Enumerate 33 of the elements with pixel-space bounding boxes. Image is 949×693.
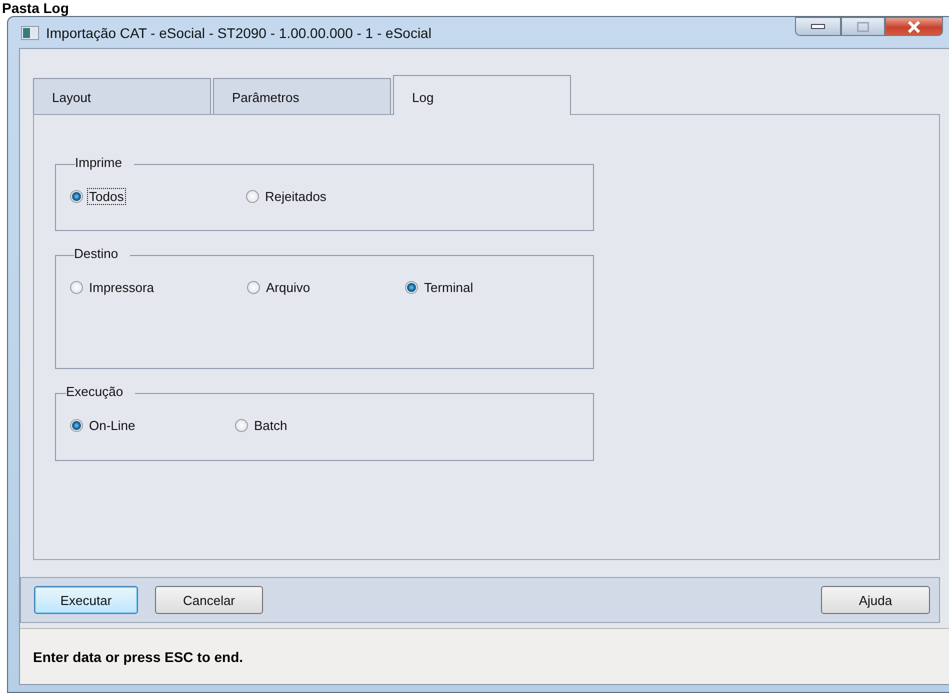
app-icon [21, 26, 39, 40]
radio-label[interactable]: Terminal [422, 279, 476, 296]
group-title: Imprime [75, 155, 134, 170]
minimize-icon [811, 24, 825, 30]
radio-button[interactable] [70, 190, 83, 203]
status-bar: Enter data or press ESC to end. [20, 628, 949, 684]
radio-button[interactable] [70, 281, 83, 294]
tab[interactable]: Parâmetros [213, 78, 391, 114]
push-button[interactable]: Ajuda [821, 586, 930, 614]
group-title: Destino [74, 246, 130, 261]
push-button[interactable]: Executar [34, 586, 138, 614]
close-icon [907, 20, 921, 32]
tab[interactable]: Log [393, 75, 571, 115]
page-heading: Pasta Log [1, 0, 70, 16]
minimize-button[interactable] [795, 17, 841, 36]
radio-label[interactable]: Impressora [87, 279, 156, 296]
radio-button[interactable] [235, 419, 248, 432]
push-button[interactable]: Cancelar [155, 586, 263, 614]
radio-button[interactable] [247, 281, 260, 294]
radio-label[interactable]: Arquivo [264, 279, 312, 296]
tab[interactable]: Layout [33, 78, 211, 114]
radio-label[interactable]: On-Line [87, 417, 138, 434]
window-title: Importação CAT - eSocial - ST2090 - 1.00.00.000 - 1 - eSocial [46, 24, 432, 40]
maximize-button[interactable] [841, 17, 885, 36]
radio-label[interactable]: Batch [252, 417, 290, 434]
close-button[interactable] [885, 17, 943, 36]
radio-button[interactable] [70, 419, 83, 432]
radio-button[interactable] [405, 281, 418, 294]
radio-label[interactable]: Todos [87, 188, 126, 205]
group-title: Execução [66, 384, 136, 399]
maximize-icon [857, 22, 869, 32]
radio-button[interactable] [246, 190, 259, 203]
radio-label[interactable]: Rejeitados [263, 188, 328, 205]
